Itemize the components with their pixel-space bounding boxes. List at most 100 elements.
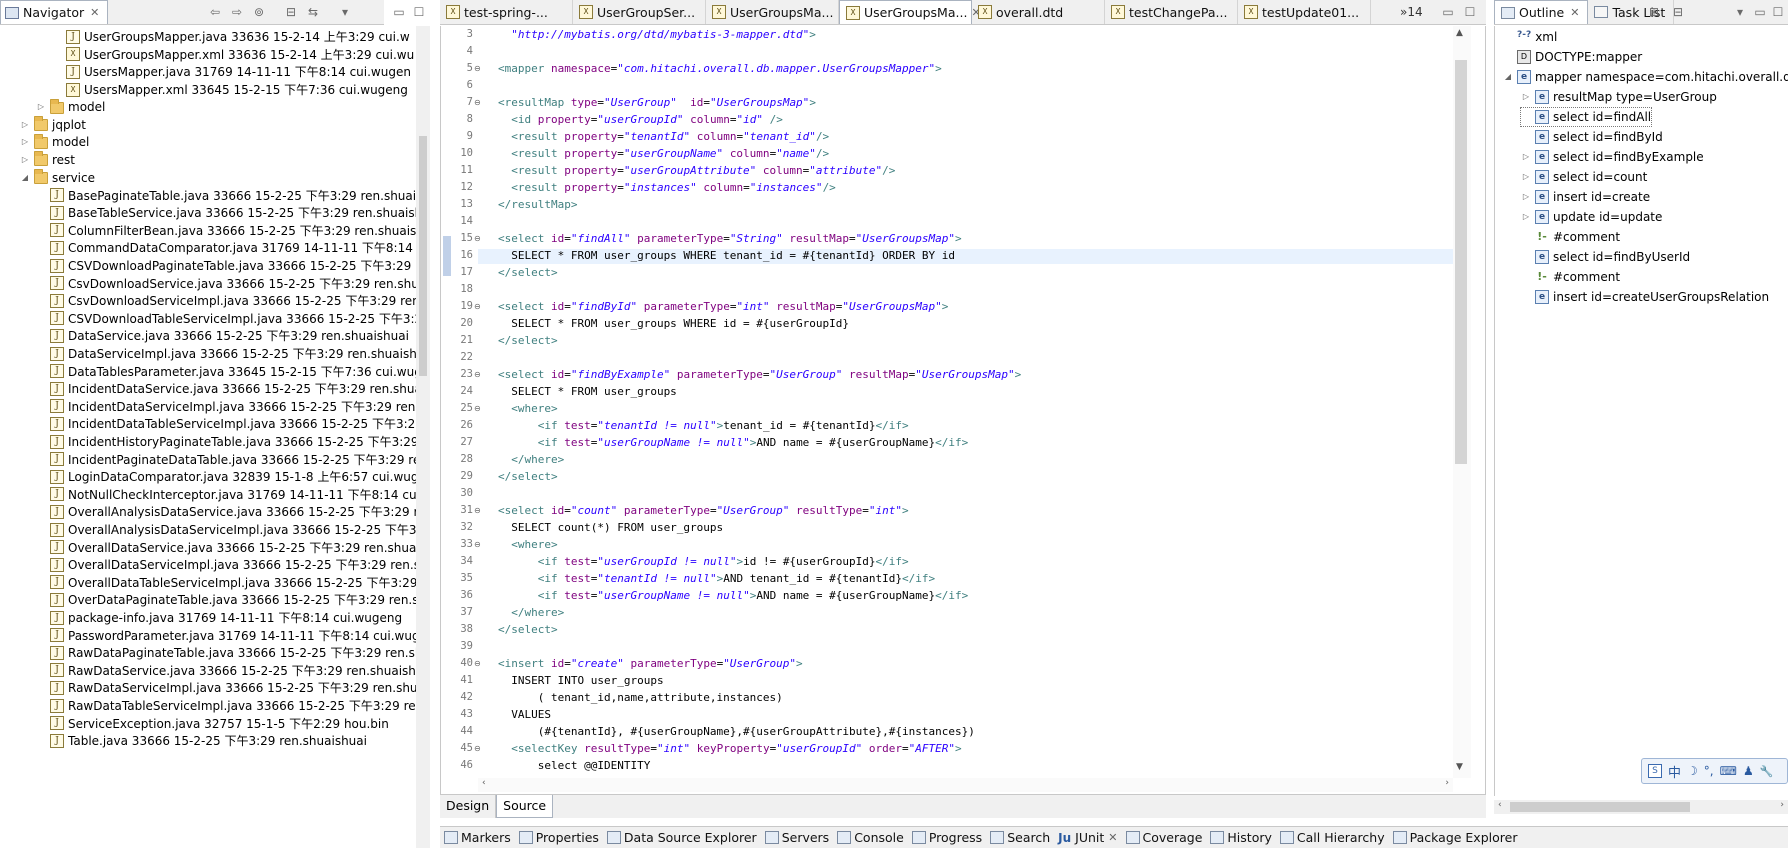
code-line[interactable]: <if test="tenantId != null">AND tenant_i… bbox=[498, 571, 935, 586]
navigator-tree-item[interactable]: J IncidentPaginateDataTable.java 33666 15… bbox=[36, 450, 416, 468]
code-line[interactable]: "http://mybatis.org/dtd/mybatis-3-mapper… bbox=[498, 27, 816, 42]
navigator-tree-item[interactable]: J RawDataServiceImpl.java 33666 15-2-25 下… bbox=[36, 679, 416, 697]
collapse-all-icon[interactable]: ⊟ bbox=[1670, 4, 1686, 20]
forward-arrow-icon[interactable]: ⇨ bbox=[229, 4, 245, 20]
outline-item[interactable]: !- #comment bbox=[1521, 228, 1620, 246]
bottom-tab[interactable]: Markers bbox=[440, 828, 515, 848]
code-line[interactable]: </where> bbox=[498, 605, 564, 620]
navigator-tree-item[interactable]: J OverallAnalysisDataServiceImpl.java 336… bbox=[36, 521, 416, 539]
navigator-tree-item[interactable]: Jpackage-info.java 31769 14-11-11 下午8:14… bbox=[36, 609, 402, 627]
code-line[interactable]: ( tenant_id,name,attribute,instances) bbox=[498, 690, 783, 705]
bottom-tab[interactable]: Call Hierarchy bbox=[1276, 828, 1389, 848]
expander-icon[interactable]: ▷ bbox=[20, 120, 30, 130]
bottom-tab[interactable]: Servers bbox=[761, 828, 834, 848]
expander-icon[interactable]: ◢ bbox=[1503, 72, 1513, 82]
fold-toggle-icon[interactable]: ⊖ bbox=[474, 367, 481, 382]
bottom-tab[interactable]: Search bbox=[986, 828, 1054, 848]
ime-logo-icon[interactable]: S bbox=[1648, 764, 1662, 778]
tab-design[interactable]: Design bbox=[440, 795, 497, 818]
navigator-tree-item[interactable]: J OverallDataServiceImpl.java 33666 15-2-… bbox=[36, 556, 416, 574]
code-line[interactable]: SELECT * FROM user_groups WHERE tenant_i… bbox=[498, 248, 955, 263]
navigator-tree-item[interactable]: J DataService.java 33666 15-2-25 下午3:29 r… bbox=[36, 327, 409, 345]
navigator-tree-item[interactable]: J CSVDownloadPaginateTable.java 33666 15-… bbox=[36, 257, 411, 275]
navigator-tree-item[interactable]: ▷ model bbox=[20, 133, 89, 152]
minimize-icon[interactable]: ▭ bbox=[1440, 4, 1456, 20]
navigator-tree-item[interactable]: J LoginDataComparator.java 32839 15-1-8 上… bbox=[36, 468, 416, 486]
maximize-icon[interactable]: ☐ bbox=[1462, 4, 1478, 20]
navigator-scrollbar[interactable] bbox=[416, 26, 430, 848]
code-line[interactable]: <if test="userGroupName != null">AND nam… bbox=[498, 588, 969, 603]
code-line[interactable]: <resultMap type="UserGroup" id="UserGrou… bbox=[498, 95, 816, 110]
ime-half-width-icon[interactable]: ☽ bbox=[1687, 764, 1698, 778]
minimize-icon[interactable]: ▭ bbox=[1752, 4, 1768, 20]
expander-icon[interactable]: ▷ bbox=[1521, 192, 1531, 202]
navigator-tree-item[interactable]: J CommandDataComparator.java 31769 14-11-… bbox=[36, 239, 413, 257]
code-line[interactable]: </select> bbox=[498, 265, 558, 280]
navigator-tree-item[interactable]: J DataTablesParameter.java 33645 15-2-15 … bbox=[36, 362, 416, 380]
code-line[interactable]: <select id="count" parameterType="UserGr… bbox=[498, 503, 909, 518]
editor-tab[interactable]: X UserGroupsMa... bbox=[706, 0, 839, 24]
editor-tabs-overflow[interactable]: »14 bbox=[1400, 5, 1423, 19]
code-line[interactable]: </resultMap> bbox=[498, 197, 577, 212]
ime-toolbar[interactable]: S 中 ☽ °, ⌨ ♟ 🔧 bbox=[1641, 758, 1788, 784]
code-line[interactable]: <result property="instances" column="ins… bbox=[498, 180, 836, 195]
expander-icon[interactable]: ◢ bbox=[20, 173, 30, 183]
code-line[interactable]: <select id="findAll" parameterType="Stri… bbox=[498, 231, 962, 246]
navigator-tree-item[interactable]: J RawDataService.java 33666 15-2-25 下午3:2… bbox=[36, 662, 416, 680]
outline-item[interactable]: e insert id=createUserGroupsRelation bbox=[1521, 288, 1769, 306]
editor-tab[interactable]: X UserGroupSer... bbox=[573, 0, 706, 24]
navigator-tree-item[interactable]: J BaseTableService.java 33666 15-2-25 下午3… bbox=[36, 204, 416, 222]
navigator-tree-item[interactable]: J DataServiceImpl.java 33666 15-2-25 下午3:… bbox=[36, 345, 416, 363]
fold-toggle-icon[interactable]: ⊖ bbox=[474, 231, 481, 246]
navigator-tree-item[interactable]: J UserGroupsMapper.java 33636 15-2-14 上午3… bbox=[52, 28, 410, 46]
navigator-tree-item[interactable]: J IncidentDataTableServiceImpl.java 33666… bbox=[36, 415, 416, 433]
code-line[interactable]: select @@IDENTITY bbox=[498, 758, 651, 773]
navigator-tree-item[interactable]: J BasePaginateTable.java 33666 15-2-25 下午… bbox=[36, 186, 416, 204]
editor-horizontal-scrollbar[interactable]: ‹ › bbox=[478, 778, 1453, 792]
scroll-right-icon[interactable]: › bbox=[1780, 800, 1784, 810]
bottom-tab[interactable]: Data Source Explorer bbox=[603, 828, 761, 848]
expander-icon[interactable]: ▷ bbox=[1521, 172, 1531, 182]
code-line[interactable]: <where> bbox=[498, 401, 557, 416]
outline-item[interactable]: ▷ e insert id=create bbox=[1521, 188, 1650, 206]
navigator-tree-item[interactable]: J IncidentDataServiceImpl.java 33666 15-2… bbox=[36, 398, 416, 416]
editor-tab[interactable]: Xoverall.dtd bbox=[972, 0, 1105, 24]
navigator-tree-item[interactable]: J CsvDownloadService.java 33666 15-2-25 下… bbox=[36, 274, 416, 292]
navigator-tree-item[interactable]: J CsvDownloadServiceImpl.java 33666 15-2-… bbox=[36, 292, 416, 310]
editor-scroll-thumb[interactable] bbox=[1455, 60, 1467, 464]
bottom-tab[interactable]: Properties bbox=[515, 828, 603, 848]
bottom-tab[interactable]: Console bbox=[833, 828, 908, 848]
fold-toggle-icon[interactable]: ⊖ bbox=[474, 299, 481, 314]
code-line[interactable]: <result property="tenantId" column="tena… bbox=[498, 129, 829, 144]
code-line[interactable]: <mapper namespace="com.hitachi.overall.d… bbox=[498, 61, 942, 76]
outline-item[interactable]: D DOCTYPE:mapper bbox=[1503, 48, 1642, 66]
sort-icon[interactable]: ⊞ bbox=[1646, 4, 1662, 20]
navigator-tree-item[interactable]: ▷ model bbox=[36, 98, 105, 116]
code-line[interactable]: <result property="userGroupName" column=… bbox=[498, 146, 829, 161]
code-line[interactable]: </select> bbox=[498, 469, 558, 484]
fold-toggle-icon[interactable]: ⊖ bbox=[474, 95, 481, 110]
minimize-icon[interactable]: ▭ bbox=[391, 4, 407, 20]
navigator-tree-item[interactable]: J CSVDownloadTableServiceImpl.java 33666 … bbox=[36, 310, 416, 328]
code-line[interactable]: </select> bbox=[498, 333, 558, 348]
editor-tab[interactable]: XtestUpdate01... bbox=[1238, 0, 1371, 24]
outline-item[interactable]: ▷ e resultMap type=UserGroup bbox=[1521, 88, 1717, 106]
ime-punctuation-icon[interactable]: °, bbox=[1704, 764, 1714, 778]
editor-vertical-scrollbar[interactable]: ▲ ▼ bbox=[1453, 26, 1471, 778]
outline-item[interactable]: e select id=findById bbox=[1521, 128, 1663, 146]
outline-item[interactable]: ◢ e mapper namespace=com.hitachi.overall.d… bbox=[1503, 68, 1788, 86]
editor-tab[interactable]: X UserGroupsMa... ✕ bbox=[839, 0, 981, 24]
bottom-tab[interactable]: History bbox=[1206, 828, 1275, 848]
code-line[interactable]: </where> bbox=[498, 452, 564, 467]
fold-toggle-icon[interactable]: ⊖ bbox=[474, 741, 481, 756]
code-line[interactable]: VALUES bbox=[498, 707, 551, 722]
outline-item[interactable]: ▷ e select id=findByExample bbox=[1521, 148, 1704, 166]
navigator-tree-item[interactable]: J RawDataTableServiceImpl.java 33666 15-2… bbox=[36, 697, 416, 715]
navigator-tree-item[interactable]: X UserGroupsMapper.xml 33636 15-2-14 上午3:… bbox=[52, 46, 414, 64]
navigator-tree-item[interactable]: J OverallDataService.java 33666 15-2-25 下… bbox=[36, 538, 416, 556]
code-line[interactable]: INSERT INTO user_groups bbox=[498, 673, 663, 688]
collapse-all-icon[interactable]: ⊟ bbox=[283, 4, 299, 20]
maximize-icon[interactable]: ☐ bbox=[1770, 4, 1786, 20]
fold-toggle-icon[interactable]: ⊖ bbox=[474, 61, 481, 76]
scroll-left-icon[interactable]: ‹ bbox=[1498, 800, 1502, 810]
